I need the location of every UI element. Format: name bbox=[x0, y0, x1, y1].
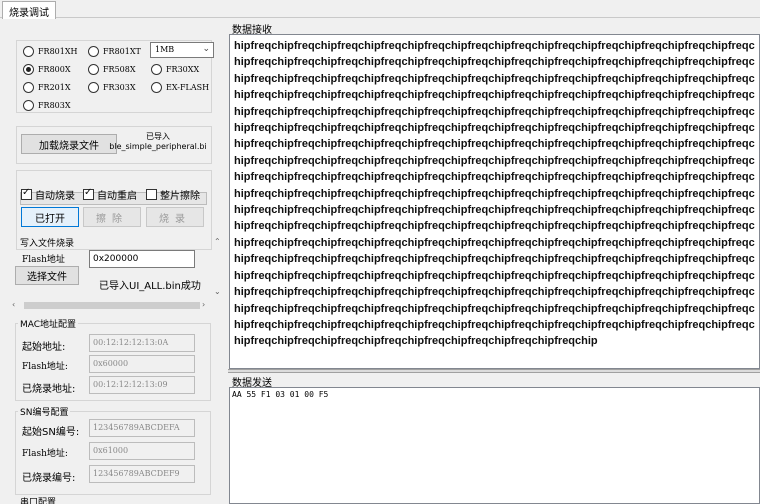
flash-size-value: 1MB bbox=[155, 45, 175, 54]
select-file-button[interactable]: 选择文件 bbox=[15, 266, 79, 285]
burn-button[interactable]: 烧录 bbox=[146, 207, 204, 227]
erase-button[interactable]: 擦除 bbox=[83, 207, 141, 227]
radio-circle bbox=[151, 63, 162, 75]
radio-fr800x[interactable]: FR800X bbox=[23, 62, 71, 76]
radio-fr801xt[interactable]: FR801XT bbox=[88, 44, 141, 58]
radio-ex-flash[interactable]: EX-FLASH bbox=[151, 80, 209, 94]
checkbox-box bbox=[146, 188, 157, 200]
radio-circle bbox=[23, 45, 34, 57]
checkbox-box-checked bbox=[83, 187, 94, 200]
scroll-right-icon[interactable]: › bbox=[202, 300, 205, 309]
mac-start-label: 起始地址: bbox=[22, 342, 66, 353]
radio-fr508x[interactable]: FR508X bbox=[88, 62, 136, 76]
send-content: AA 55 F1 03 01 00 F5 bbox=[232, 390, 329, 399]
scroll-left-icon[interactable]: ‹ bbox=[12, 300, 15, 309]
radio-fr803x[interactable]: FR803X bbox=[23, 98, 71, 112]
radio-circle bbox=[88, 63, 99, 75]
radio-circle-selected bbox=[23, 63, 34, 75]
scroll-up-icon[interactable]: ⌃ bbox=[214, 237, 221, 246]
left-horizontal-scrollbar[interactable]: ‹ › bbox=[10, 299, 210, 312]
flash-size-select[interactable]: 1MB ⌄ bbox=[150, 42, 214, 58]
sn-flash-input[interactable]: 0x61000 bbox=[89, 442, 195, 460]
tab-bar: 烧录调试 bbox=[0, 0, 760, 19]
checkbox-full-erase[interactable]: 整片擦除 bbox=[146, 187, 200, 202]
radio-fr201x[interactable]: FR201X bbox=[23, 80, 71, 94]
load-status: 已导入 ble_simple_peripheral.bi bbox=[108, 132, 208, 152]
sn-start-input[interactable]: 123456789ABCDEFA bbox=[89, 419, 195, 437]
mac-burned-label: 已烧录地址: bbox=[22, 384, 76, 395]
sn-burned-label: 已烧录编号: bbox=[22, 473, 76, 484]
receive-content: hipfreqchipfreqchipfreqchipfreqchipfreqc… bbox=[234, 40, 755, 348]
checkbox-auto-burn[interactable]: 自动烧录 bbox=[21, 187, 75, 202]
radio-circle bbox=[88, 81, 99, 93]
sn-flash-label: Flash地址: bbox=[22, 449, 68, 459]
tab-burn-debug[interactable]: 烧录调试 bbox=[2, 1, 56, 19]
sn-burned-input[interactable]: 123456789ABCDEF9 bbox=[89, 465, 195, 483]
serial-config-title: 串口配置 bbox=[18, 495, 59, 504]
flash-addr-label: Flash地址 bbox=[22, 255, 65, 265]
radio-circle bbox=[151, 81, 162, 93]
flash-addr-input[interactable]: 0x200000 bbox=[89, 250, 195, 268]
send-textarea[interactable]: AA 55 F1 03 01 00 F5 bbox=[229, 387, 760, 504]
radio-circle bbox=[23, 99, 34, 111]
checkbox-box-checked bbox=[21, 187, 32, 200]
radio-circle bbox=[88, 45, 99, 57]
chevron-down-icon: ⌄ bbox=[202, 44, 210, 54]
left-vertical-scrollbar[interactable]: ⌃ ⌄ bbox=[212, 237, 224, 297]
mac-burned-input[interactable]: 00:12:12:12:13:09 bbox=[89, 376, 195, 394]
sn-config-title: SN编号配置 bbox=[18, 405, 71, 418]
receive-textarea[interactable]: hipfreqchipfreqchipfreqchipfreqchipfreqc… bbox=[229, 34, 760, 369]
left-panel: FR801XH FR801XT FR800X FR508X FR30XX FR2… bbox=[0, 19, 226, 504]
load-status-line1: 已导入 bbox=[146, 132, 170, 141]
horizontal-scroll-thumb[interactable] bbox=[24, 302, 200, 309]
scroll-down-icon[interactable]: ⌄ bbox=[214, 287, 221, 296]
sn-start-label: 起始SN编号: bbox=[22, 427, 80, 438]
checkbox-auto-restart[interactable]: 自动重启 bbox=[83, 187, 137, 202]
radio-fr303x[interactable]: FR303X bbox=[88, 80, 136, 94]
write-file-title: 写入文件烧录 bbox=[18, 236, 77, 249]
right-panel: 数据接收 hipfreqchipfreqchipfreqchipfreqchip… bbox=[228, 19, 760, 504]
write-file-status: 已导入UI_ALL.bin成功 bbox=[99, 281, 201, 292]
load-status-file: ble_simple_peripheral.bi bbox=[109, 142, 207, 151]
mac-config-title: MAC地址配置 bbox=[18, 317, 79, 330]
load-burn-file-button[interactable]: 加载烧录文件 bbox=[21, 134, 117, 154]
radio-fr801xh[interactable]: FR801XH bbox=[23, 44, 78, 58]
radio-fr30xx[interactable]: FR30XX bbox=[151, 62, 199, 76]
panel-splitter[interactable] bbox=[228, 369, 760, 373]
mac-start-input[interactable]: 00:12:12:12:13:0A bbox=[89, 334, 195, 352]
mac-flash-input[interactable]: 0x60000 bbox=[89, 355, 195, 373]
radio-circle bbox=[23, 81, 34, 93]
mac-flash-label: Flash地址: bbox=[22, 362, 68, 372]
open-port-button[interactable]: 已打开 bbox=[21, 207, 79, 227]
